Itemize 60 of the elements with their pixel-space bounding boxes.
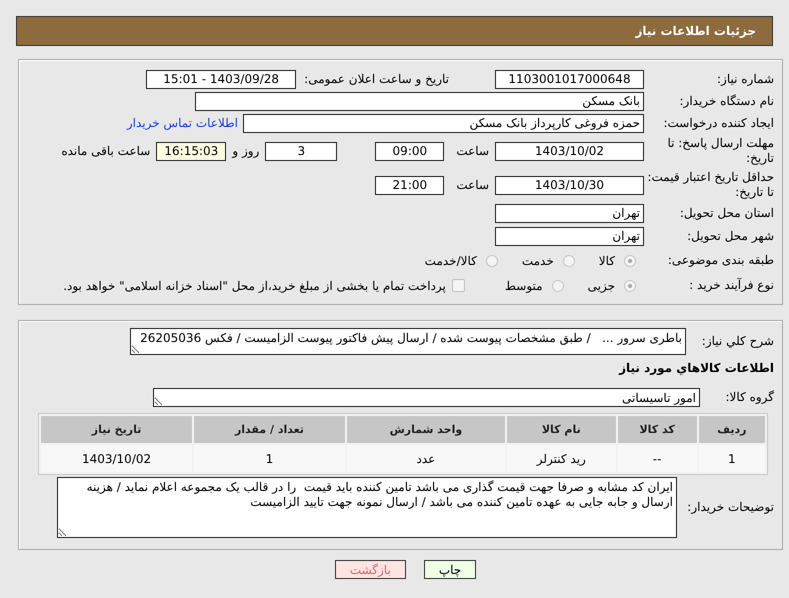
remaining-label: ساعت باقی مانده (61, 144, 150, 158)
description-field[interactable]: باطری سرور ... / طبق مشخصات پیوست شده / ارسال پیش فاکتور پیوست الزامیست / فکس 26205036 (130, 328, 686, 354)
buyer-notes-field[interactable]: ایران کد مشابه و صرفا جهت قیمت گذاری می باشد تامین کننده باید قیمت را در قالب یک مجموعه اعلام نماید / هزینه ارسال و جابه جایی به عهده تامین کننده می باشد / ارسال نمونه جهت تایید الزامیست (57, 476, 677, 538)
reply-time-field: 09:00 (375, 142, 444, 160)
reply-date-field: 1403/10/02 (495, 142, 644, 160)
column-header: کد کالا (618, 416, 697, 443)
field-label: طبقه بندی موضوعی: (666, 253, 775, 268)
requester-field: حمزه فروغی کارپرداز بانک مسکن (243, 114, 644, 132)
buyer-contact-link[interactable]: اطلاعات تماس خریدار (126, 116, 238, 130)
need-number-field: 1103001017000648 (495, 70, 644, 88)
radio-label: خدمت (522, 254, 554, 268)
validity-time-field: 21:00 (375, 176, 444, 194)
table-cell: -- (618, 445, 697, 472)
column-header: ردیف (698, 416, 765, 443)
days-field: 3 (265, 142, 338, 160)
days-label: روز و (232, 144, 260, 158)
field-label: استان محل تحویل: (678, 206, 775, 221)
radio-button[interactable] (486, 254, 498, 266)
field-label: شهر محل تحویل: (686, 229, 775, 244)
buyer-org-field: بانک مسکن (195, 92, 644, 110)
radio-label: جزیی (588, 278, 615, 292)
goods-group-field[interactable]: امور تاسیساتی (153, 388, 700, 406)
field-label: تاریخ و ساعت اعلان عمومی: (304, 72, 449, 86)
field-label: حداقل تاریخ اعتبار قیمت: تا تاریخ: (646, 170, 775, 200)
province-field: تهران (495, 204, 644, 223)
radio-button[interactable] (624, 254, 636, 266)
radio-label: کالا/خدمت (424, 254, 477, 268)
table-cell: 1 (194, 445, 345, 472)
field-label: مهلت ارسال پاسخ: تا تاریخ: (666, 136, 775, 166)
field-label: نام دستگاه خریدار: (678, 94, 775, 108)
field-label: گروه کالا: (724, 390, 775, 404)
field-label: شماره نیاز: (716, 72, 775, 86)
field-label: نوع فرآیند خرید : (688, 278, 775, 293)
print-button[interactable]: چاپ (424, 560, 476, 579)
field-label: شرح كلي نياز: (700, 334, 775, 348)
table-cell: 1403/10/02 (41, 445, 192, 472)
column-header: واحد شمارش (346, 416, 506, 443)
table-cell: رید کنترلر (507, 445, 616, 472)
field-label: ایجاد کننده درخواست: (662, 116, 775, 130)
radio-label: کالا (598, 254, 615, 268)
page-title: جزئیات اطلاعات نیاز (635, 24, 756, 38)
city-field: تهران (495, 227, 644, 246)
validity-date-field: 1403/10/30 (495, 176, 644, 194)
section-heading: اطلاعات كالاهاي مورد نياز (618, 360, 775, 376)
remaining-time-field: 16:15:03 (156, 142, 226, 160)
radio-button[interactable] (552, 280, 564, 292)
column-header: نام کالا (507, 416, 616, 443)
field-label: توضیحات خریدار: (686, 500, 775, 514)
column-header: تاریخ نیاز (41, 416, 192, 443)
table-cell: 1 (698, 445, 765, 472)
time-label: ساعت (456, 178, 489, 192)
radio-button[interactable] (562, 254, 575, 266)
announce-date-field: 1403/09/28 - 15:01 (146, 70, 296, 88)
table-cell: عدد (346, 445, 506, 472)
radio-button[interactable] (624, 280, 636, 292)
column-header: تعداد / مقدار (194, 416, 345, 443)
radio-label: متوسط (504, 278, 543, 292)
checkbox[interactable] (452, 279, 465, 292)
payment-note: پرداخت تمام یا بخشی از مبلغ خرید،از محل "اسناد خزانه اسلامی" خواهد بود. (63, 278, 446, 292)
time-label: ساعت (456, 144, 489, 158)
